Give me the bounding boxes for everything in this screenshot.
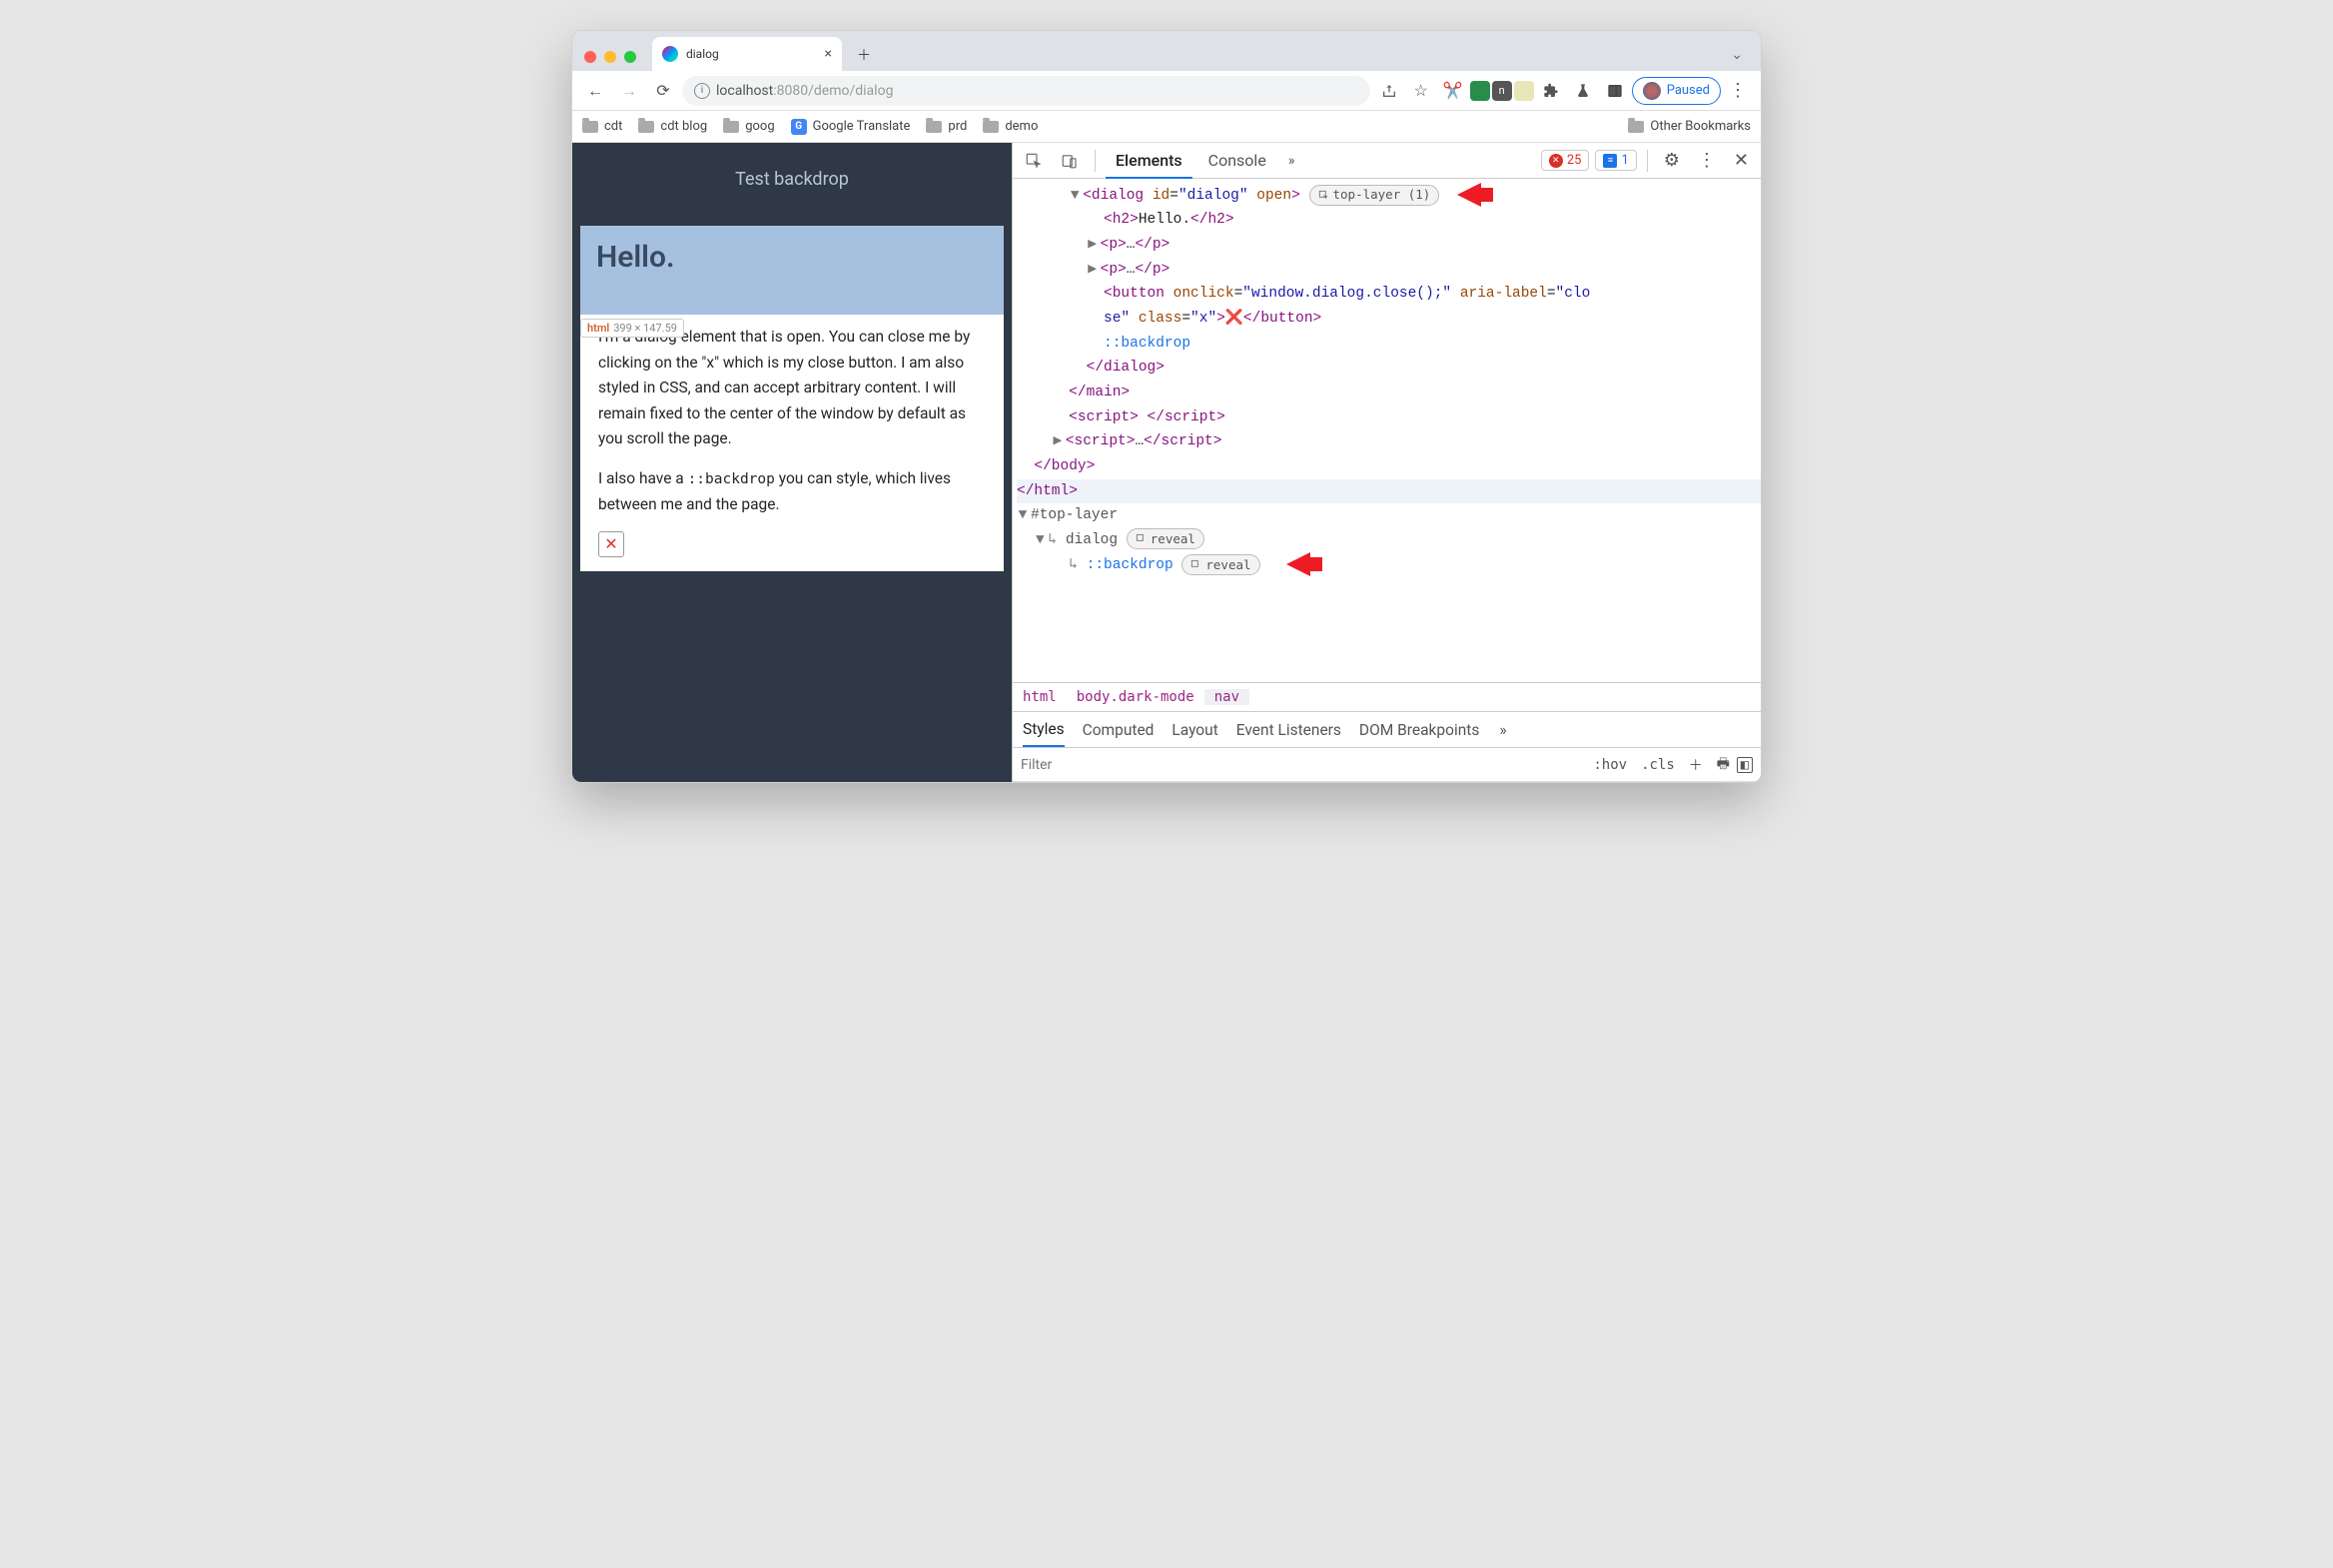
- bookmark-folder[interactable]: demo: [983, 119, 1038, 134]
- browser-window: dialog × ＋ ⌄ ← → ⟳ i localhost:8080/demo…: [571, 30, 1762, 783]
- annotation-arrow-icon: [1286, 552, 1310, 576]
- tab-styles[interactable]: Styles: [1023, 720, 1065, 747]
- new-style-rule-icon[interactable]: ＋: [1682, 755, 1710, 775]
- reveal-badge[interactable]: reveal: [1127, 528, 1204, 549]
- site-info-icon[interactable]: i: [694, 83, 710, 99]
- element-dimensions-tooltip: html399 × 147.59: [580, 319, 684, 338]
- dialog-paragraph: I'm a dialog element that is open. You c…: [598, 325, 986, 452]
- annotation-arrow-icon: [1457, 183, 1481, 207]
- window-min-icon[interactable]: [604, 51, 616, 63]
- tab-console[interactable]: Console: [1198, 143, 1276, 179]
- dialog-body: I'm a dialog element that is open. You c…: [580, 315, 1004, 571]
- dialog-heading: Hello.: [596, 240, 688, 275]
- crumb-item[interactable]: html: [1013, 689, 1067, 705]
- crumb-item[interactable]: body.dark-mode: [1067, 689, 1204, 705]
- ext-3-icon[interactable]: [1514, 81, 1534, 101]
- reveal-badge[interactable]: reveal: [1181, 554, 1259, 575]
- window-close-icon[interactable]: [584, 51, 596, 63]
- url-text: localhost:8080/demo/dialog: [716, 83, 893, 99]
- folder-icon: [582, 121, 598, 133]
- omnibox[interactable]: i localhost:8080/demo/dialog: [682, 76, 1370, 106]
- tab-layout[interactable]: Layout: [1171, 721, 1217, 739]
- devtools-tabs: Elements Console » ✕25 ≡1 ⚙ ⋮ ✕: [1013, 143, 1761, 179]
- device-mode-icon[interactable]: [1055, 146, 1085, 176]
- nav-forward-button[interactable]: →: [614, 76, 644, 106]
- profile-status: Paused: [1667, 83, 1710, 98]
- browser-menu-icon[interactable]: ⋮: [1723, 80, 1753, 101]
- content-area: Test backdrop Hello. I'm a dialog elemen…: [572, 143, 1761, 782]
- tabs-overflow-icon[interactable]: »: [1282, 153, 1301, 169]
- message-count-badge[interactable]: ≡1: [1595, 150, 1636, 171]
- devtools-menu-icon[interactable]: ⋮: [1692, 150, 1722, 171]
- folder-icon: [638, 121, 654, 133]
- crumb-item[interactable]: nav: [1204, 689, 1249, 705]
- folder-icon: [1628, 121, 1644, 133]
- tab-elements[interactable]: Elements: [1106, 143, 1192, 179]
- dom-tree[interactable]: ▼<dialog id="dialog" open> top-layer (1)…: [1013, 179, 1761, 682]
- cls-toggle[interactable]: .cls: [1634, 757, 1682, 773]
- labs-icon[interactable]: [1568, 76, 1598, 106]
- other-bookmarks[interactable]: Other Bookmarks: [1628, 119, 1751, 134]
- toolbar-right: ☆ ✂️ n Paused ⋮: [1374, 76, 1753, 106]
- dialog-element: Hello. I'm a dialog element that is open…: [580, 226, 1004, 571]
- bookmark-folder[interactable]: prd: [926, 119, 967, 134]
- page-preview: Test backdrop Hello. I'm a dialog elemen…: [572, 143, 1012, 782]
- ext-2-icon[interactable]: n: [1492, 81, 1512, 101]
- styles-pane-tabs: Styles Computed Layout Event Listeners D…: [1013, 712, 1761, 748]
- inspect-icon[interactable]: [1019, 146, 1049, 176]
- styles-filter-row: :hov .cls ＋ 🖶 ◧: [1013, 748, 1761, 782]
- ext-scissors-icon[interactable]: ✂️: [1438, 76, 1468, 106]
- reload-button[interactable]: ⟳: [648, 76, 678, 106]
- bookmark-link[interactable]: GGoogle Translate: [791, 119, 911, 135]
- traffic-lights: [580, 51, 644, 71]
- styles-tabs-overflow-icon[interactable]: »: [1499, 721, 1506, 739]
- devtools-close-icon[interactable]: ✕: [1728, 150, 1755, 171]
- page-banner: Test backdrop: [572, 143, 1012, 226]
- error-count-badge[interactable]: ✕25: [1541, 150, 1590, 171]
- new-tab-button[interactable]: ＋: [850, 43, 878, 71]
- devtools-panel: Elements Console » ✕25 ≡1 ⚙ ⋮ ✕: [1012, 143, 1761, 782]
- dialog-close-button[interactable]: ✕: [598, 531, 624, 557]
- tab-overflow-icon[interactable]: ⌄: [1731, 47, 1753, 71]
- tab-close-icon[interactable]: ×: [825, 46, 832, 62]
- profile-chip[interactable]: Paused: [1632, 77, 1721, 105]
- tab-strip: dialog × ＋ ⌄: [572, 31, 1761, 71]
- translate-icon: G: [791, 119, 807, 135]
- hov-toggle[interactable]: :hov: [1586, 757, 1634, 773]
- folder-icon: [926, 121, 942, 133]
- error-icon: ✕: [1549, 154, 1563, 168]
- message-icon: ≡: [1603, 154, 1617, 168]
- top-layer-badge[interactable]: top-layer (1): [1309, 185, 1440, 206]
- tab-computed[interactable]: Computed: [1083, 721, 1155, 739]
- computed-toggle-icon[interactable]: ◧: [1737, 757, 1753, 773]
- tab-title: dialog: [686, 47, 817, 61]
- toolbar: ← → ⟳ i localhost:8080/demo/dialog ☆ ✂️ …: [572, 71, 1761, 111]
- panel-icon[interactable]: [1600, 76, 1630, 106]
- dialog-paragraph: I also have a ::backdrop you can style, …: [598, 466, 986, 517]
- styles-filter-input[interactable]: [1021, 757, 1586, 773]
- window-max-icon[interactable]: [624, 51, 636, 63]
- share-icon[interactable]: [1374, 76, 1404, 106]
- close-icon: ✕: [604, 531, 617, 557]
- bookmark-star-icon[interactable]: ☆: [1406, 76, 1436, 106]
- folder-icon: [983, 121, 999, 133]
- extensions-icon[interactable]: [1536, 76, 1566, 106]
- tab-event-listeners[interactable]: Event Listeners: [1236, 721, 1341, 739]
- ext-1-icon[interactable]: [1470, 81, 1490, 101]
- tab-active[interactable]: dialog ×: [652, 37, 842, 71]
- dom-breadcrumb[interactable]: html body.dark-mode nav: [1013, 682, 1761, 712]
- nav-back-button[interactable]: ←: [580, 76, 610, 106]
- bookmark-folder[interactable]: goog: [723, 119, 774, 134]
- favicon-icon: [662, 46, 678, 62]
- tab-dom-breakpoints[interactable]: DOM Breakpoints: [1359, 721, 1479, 739]
- bookmark-folder[interactable]: cdt blog: [638, 119, 707, 134]
- avatar-icon: [1643, 82, 1661, 100]
- bookmarks-bar: cdt cdt blog goog GGoogle Translate prd …: [572, 111, 1761, 143]
- device-icon[interactable]: 🖶: [1710, 753, 1737, 777]
- folder-icon: [723, 121, 739, 133]
- bookmark-folder[interactable]: cdt: [582, 119, 622, 134]
- settings-gear-icon[interactable]: ⚙: [1658, 150, 1686, 171]
